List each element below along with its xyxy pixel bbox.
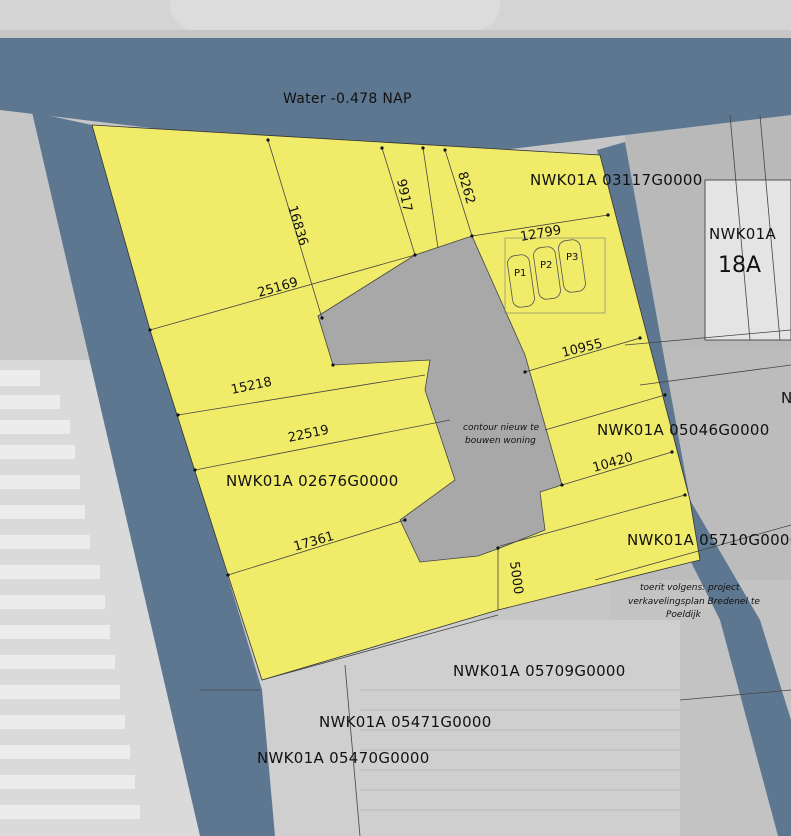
note-line1: toerit volgens: project [640,583,740,593]
parcel-label-05710: NWK01A 05710G0000 [627,531,791,549]
building-label-line1: contour nieuw te [463,423,540,433]
note-line3: Poeldijk [666,610,702,620]
svg-text:P2: P2 [540,260,552,271]
top-road-shape [170,0,500,30]
parcel-label-05046: NWK01A 05046G0000 [597,421,770,439]
svg-text:P1: P1 [514,268,526,279]
parcel-label-05470: NWK01A 05470G0000 [257,749,430,767]
parcel-label-05709: NWK01A 05709G0000 [453,662,626,680]
parcel-label-partial: NWK01A [709,225,776,243]
edge-letter-label: N [781,389,791,407]
svg-text:P3: P3 [566,252,578,263]
house-number-label: 18A [718,253,761,278]
cadastral-map: P1 P2 P3 Water -0.478 NAP NWK01A 03117G0… [0,0,791,836]
parcel-label-05471: NWK01A 05471G0000 [319,713,492,731]
building-label-line2: bouwen woning [465,436,536,446]
water-label: Water -0.478 NAP [283,91,412,107]
parcel-label-02676: NWK01A 02676G0000 [226,472,399,490]
parcel-label-03117: NWK01A 03117G0000 [530,171,703,189]
note-line2: verkavelingsplan Bredenel te [628,597,760,607]
